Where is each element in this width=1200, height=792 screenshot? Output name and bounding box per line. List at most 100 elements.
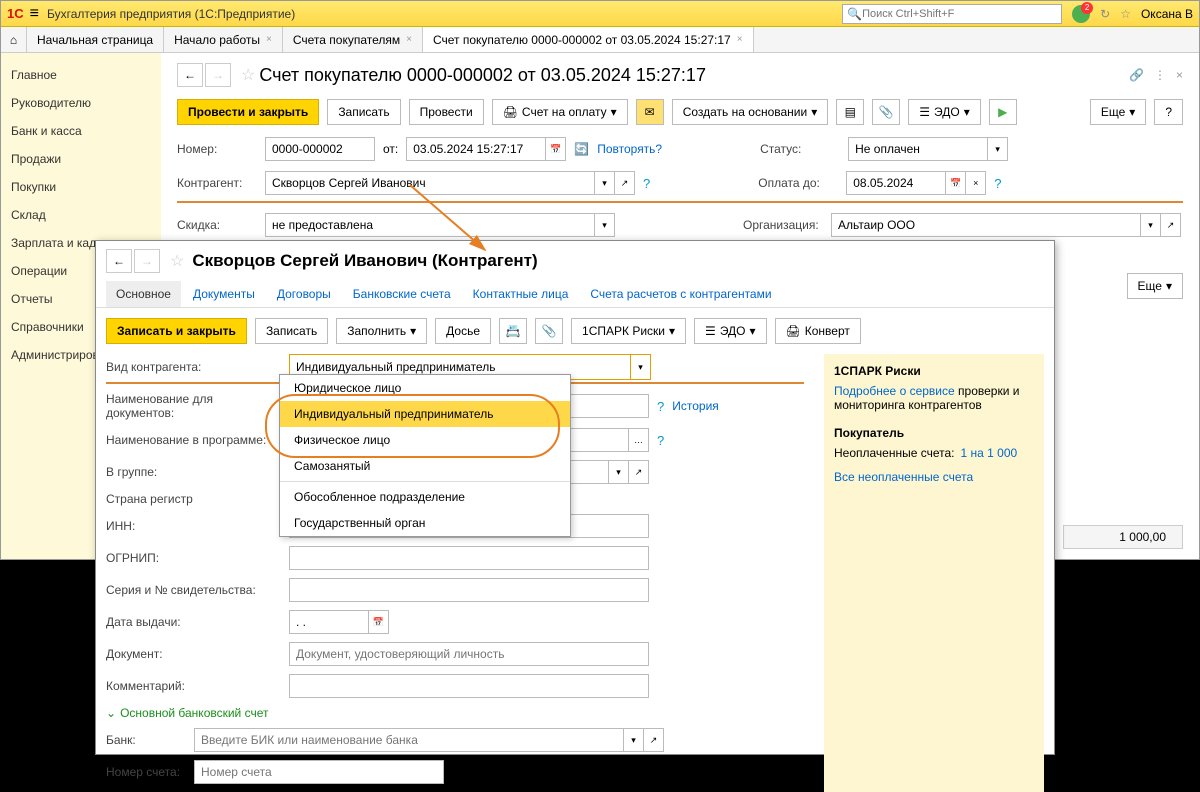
link-icon[interactable]: 🔗 bbox=[1129, 68, 1144, 82]
save-button[interactable]: Записать bbox=[327, 99, 400, 125]
tab-getting-started[interactable]: Начало работы× bbox=[164, 27, 283, 52]
clear-icon[interactable]: × bbox=[966, 171, 986, 195]
kebab-icon[interactable]: ⋮ bbox=[1154, 68, 1166, 82]
structure-button[interactable]: ▤ bbox=[836, 99, 864, 125]
open-icon[interactable]: ↗ bbox=[644, 728, 664, 752]
tab-start-page[interactable]: Начальная страница bbox=[27, 27, 164, 52]
chevron-down-icon[interactable]: ▾ bbox=[630, 355, 650, 379]
tab-bank-accounts[interactable]: Банковские счета bbox=[343, 281, 461, 307]
close-icon[interactable]: × bbox=[1176, 68, 1183, 82]
help-icon[interactable]: ? bbox=[643, 176, 650, 191]
sidebar-sales[interactable]: Продажи bbox=[1, 145, 161, 173]
series-input[interactable] bbox=[289, 578, 649, 602]
chevron-down-icon[interactable]: ▾ bbox=[624, 728, 644, 752]
modal-nav-back[interactable]: ← bbox=[106, 249, 132, 273]
tab-settlements[interactable]: Счета расчетов с контрагентами bbox=[580, 281, 781, 307]
dropdown-item-subdivision[interactable]: Обособленное подразделение bbox=[280, 484, 570, 510]
document-input[interactable] bbox=[289, 642, 649, 666]
favorite-star-icon[interactable]: ☆ bbox=[241, 65, 255, 85]
print-invoice-button[interactable]: 🖨Счет на оплату▾ bbox=[492, 99, 628, 125]
edo-button[interactable]: ☰ЭДО▾ bbox=[908, 99, 980, 125]
search-box[interactable]: 🔍 bbox=[842, 4, 1062, 24]
all-unpaid-link[interactable]: Все неоплаченные счета bbox=[834, 470, 973, 484]
modal-dossier-button[interactable]: Досье bbox=[435, 318, 491, 344]
tab-main[interactable]: Основное bbox=[106, 281, 181, 307]
number-input[interactable] bbox=[265, 137, 375, 161]
unpaid-link[interactable]: 1 на 1 000 bbox=[961, 446, 1018, 460]
tab-documents[interactable]: Документы bbox=[183, 281, 265, 307]
chevron-down-icon[interactable]: ▾ bbox=[595, 213, 615, 237]
comment-input[interactable] bbox=[289, 674, 649, 698]
close-icon[interactable]: × bbox=[737, 34, 743, 45]
tab-invoices[interactable]: Счета покупателям× bbox=[283, 27, 423, 52]
chevron-down-icon[interactable]: ▾ bbox=[988, 137, 1008, 161]
modal-edo-button[interactable]: ☰ЭДО▾ bbox=[694, 318, 766, 344]
chevron-down-icon[interactable]: ▾ bbox=[1141, 213, 1161, 237]
post-and-close-button[interactable]: Провести и закрыть bbox=[177, 99, 319, 125]
bank-input[interactable] bbox=[194, 728, 624, 752]
nav-forward[interactable]: → bbox=[205, 63, 231, 87]
search-input[interactable] bbox=[862, 8, 1042, 20]
help-icon[interactable]: ? bbox=[657, 399, 664, 414]
calendar-icon[interactable]: 📅 bbox=[546, 137, 566, 161]
modal-nav-forward[interactable]: → bbox=[134, 249, 160, 273]
attach-button[interactable]: 📎 bbox=[872, 99, 900, 125]
modal-spark-button[interactable]: 1СПАРК Риски▾ bbox=[571, 318, 686, 344]
sidebar-bank[interactable]: Банк и касса bbox=[1, 117, 161, 145]
modal-save-button[interactable]: Записать bbox=[255, 318, 328, 344]
play-button[interactable]: ▶ bbox=[989, 99, 1017, 125]
bank-section-toggle[interactable]: ⌄Основной банковский счет bbox=[106, 706, 269, 720]
history-link[interactable]: История bbox=[672, 399, 719, 413]
open-icon[interactable]: ↗ bbox=[615, 171, 635, 195]
open-icon[interactable]: ↗ bbox=[629, 460, 649, 484]
repeat-link[interactable]: Повторять? bbox=[597, 142, 662, 156]
dropdown-item-person[interactable]: Физическое лицо bbox=[280, 427, 570, 453]
status-select[interactable] bbox=[848, 137, 988, 161]
dropdown-item-self-employed[interactable]: Самозанятый bbox=[280, 453, 570, 479]
calendar-icon[interactable]: 📅 bbox=[369, 610, 389, 634]
create-based-button[interactable]: Создать на основании▾ bbox=[672, 99, 829, 125]
payment-until-input[interactable] bbox=[846, 171, 946, 195]
contractor-input[interactable] bbox=[265, 171, 595, 195]
help-icon[interactable]: ? bbox=[994, 176, 1001, 191]
star-icon[interactable]: ☆ bbox=[1120, 7, 1131, 21]
menu-icon[interactable]: ≡ bbox=[30, 5, 39, 23]
email-button[interactable]: ✉ bbox=[636, 99, 664, 125]
history-icon[interactable]: ↻ bbox=[1100, 7, 1110, 21]
calendar-icon[interactable]: 📅 bbox=[946, 171, 966, 195]
modal-attach-button[interactable]: 📎 bbox=[535, 318, 563, 344]
modal-save-close-button[interactable]: Записать и закрыть bbox=[106, 318, 247, 344]
chevron-down-icon[interactable]: ▾ bbox=[609, 460, 629, 484]
discount-select[interactable] bbox=[265, 213, 595, 237]
chevron-down-icon[interactable]: ▾ bbox=[595, 171, 615, 195]
dropdown-item-individual[interactable]: Индивидуальный предприниматель bbox=[280, 401, 570, 427]
account-input[interactable] bbox=[194, 760, 444, 784]
help-button[interactable]: ? bbox=[1154, 99, 1183, 125]
sidebar-warehouse[interactable]: Склад bbox=[1, 201, 161, 229]
ogrnip-input[interactable] bbox=[289, 546, 649, 570]
more-button[interactable]: Еще▾ bbox=[1090, 99, 1146, 125]
modal-fill-button[interactable]: Заполнить▾ bbox=[336, 318, 427, 344]
modal-card-button[interactable]: 📇 bbox=[499, 318, 527, 344]
org-input[interactable] bbox=[831, 213, 1141, 237]
date-input[interactable] bbox=[406, 137, 546, 161]
issue-date-input[interactable] bbox=[289, 610, 369, 634]
dropdown-item-gov[interactable]: Государственный орган bbox=[280, 510, 570, 536]
close-icon[interactable]: × bbox=[266, 34, 272, 45]
tab-invoice-detail[interactable]: Счет покупателю 0000-000002 от 03.05.202… bbox=[423, 27, 754, 52]
sidebar-main[interactable]: Главное bbox=[1, 61, 161, 89]
user-name[interactable]: Оксана В bbox=[1141, 7, 1193, 21]
post-button[interactable]: Провести bbox=[409, 99, 484, 125]
spark-link[interactable]: Подробнее о сервисе bbox=[834, 384, 955, 398]
tab-home[interactable]: ⌂ bbox=[1, 27, 27, 52]
tab-contacts[interactable]: Контактные лица bbox=[463, 281, 579, 307]
sidebar-manager[interactable]: Руководителю bbox=[1, 89, 161, 117]
favorite-star-icon[interactable]: ☆ bbox=[170, 251, 184, 271]
open-icon[interactable]: ↗ bbox=[1161, 213, 1181, 237]
more-icon[interactable]: … bbox=[629, 428, 649, 452]
help-icon[interactable]: ? bbox=[657, 433, 664, 448]
nav-back[interactable]: ← bbox=[177, 63, 203, 87]
more-button-2[interactable]: Еще▾ bbox=[1127, 273, 1183, 299]
bell-icon[interactable]: 2 bbox=[1072, 5, 1090, 23]
modal-envelope-button[interactable]: 🖨Конверт bbox=[775, 318, 861, 344]
